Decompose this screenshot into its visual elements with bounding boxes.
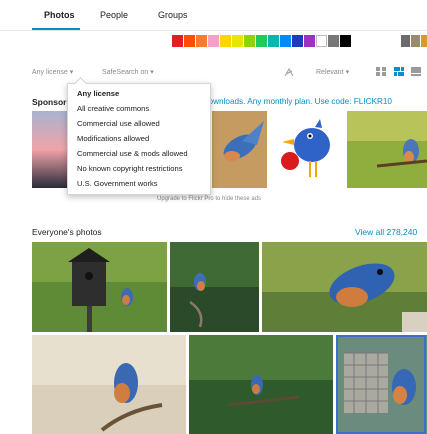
safesearch-filter[interactable]: SafeSearch on ▾ xyxy=(102,68,154,76)
ad-image-sunset[interactable] xyxy=(32,111,72,188)
share-icon[interactable] xyxy=(284,67,294,77)
license-option-any[interactable]: Any license xyxy=(77,89,119,98)
color-filter xyxy=(172,35,352,47)
license-option-us-gov[interactable]: U.S. Government works xyxy=(77,179,158,188)
photo-bluebird-closeup[interactable] xyxy=(262,242,427,332)
tab-photos[interactable]: Photos xyxy=(44,10,75,20)
photo-birdhouse[interactable] xyxy=(32,242,167,332)
color-swatch-1[interactable] xyxy=(184,35,195,47)
color-swatch-13[interactable] xyxy=(328,35,339,47)
tone-muted-swatch[interactable] xyxy=(411,35,420,47)
sort-filter[interactable]: Relevant ▾ xyxy=(316,68,349,76)
photo-bluebird-feeder[interactable] xyxy=(336,335,427,434)
photo-bluebird-perch-bright[interactable] xyxy=(32,335,186,434)
color-swatch-7[interactable] xyxy=(256,35,267,47)
color-swatch-0[interactable] xyxy=(172,35,183,47)
ad-image-bluebird-perched[interactable] xyxy=(347,111,427,188)
search-type-tabs: Photos People Groups xyxy=(0,0,427,31)
color-swatch-6[interactable] xyxy=(244,35,255,47)
photo-bluebird-branch[interactable] xyxy=(170,242,259,332)
color-swatch-2[interactable] xyxy=(196,35,207,47)
ad-image-bluebird-flying[interactable] xyxy=(212,111,267,188)
color-swatch-12[interactable] xyxy=(316,35,327,47)
color-swatch-5[interactable] xyxy=(232,35,243,47)
license-option-modifications[interactable]: Modifications allowed xyxy=(77,134,149,143)
justified-view-icon[interactable] xyxy=(394,67,404,76)
color-swatch-8[interactable] xyxy=(268,35,279,47)
tab-groups[interactable]: Groups xyxy=(158,10,188,20)
ad-image-cartoon-bird[interactable] xyxy=(270,111,343,188)
grid-icon[interactable] xyxy=(376,67,386,76)
list-view-icon[interactable] xyxy=(411,67,421,76)
tone-filter xyxy=(401,35,427,47)
color-swatch-9[interactable] xyxy=(280,35,291,47)
color-swatch-11[interactable] xyxy=(304,35,315,47)
license-dropdown-menu: Any license All creative commons Commerc… xyxy=(67,77,211,195)
upgrade-link[interactable]: Upgrade to Flickr Pro to hide these ads xyxy=(157,196,261,202)
license-option-commercial-mods[interactable]: Commercial use & mods allowed xyxy=(77,149,188,158)
license-filter[interactable]: Any license ▾ xyxy=(32,68,73,76)
color-swatch-3[interactable] xyxy=(208,35,219,47)
license-option-commercial[interactable]: Commercial use allowed xyxy=(77,119,160,128)
color-swatch-4[interactable] xyxy=(220,35,231,47)
license-option-all-cc[interactable]: All creative commons xyxy=(77,104,149,113)
active-tab-indicator xyxy=(32,28,80,30)
photo-bluebird-forest[interactable] xyxy=(189,335,333,434)
color-swatch-10[interactable] xyxy=(292,35,303,47)
color-swatch-14[interactable] xyxy=(340,35,351,47)
section-title: Everyone's photos xyxy=(32,227,102,237)
license-option-no-copyright[interactable]: No known copyright restrictions xyxy=(77,164,183,173)
tone-bw-swatch[interactable] xyxy=(401,35,410,47)
dropdown-caret xyxy=(74,77,87,90)
view-all-link[interactable]: View all 278,240 xyxy=(355,227,417,237)
tone-warm-swatch[interactable] xyxy=(421,35,427,47)
promo-text[interactable]: downloads. Any monthly plan. Use code: F… xyxy=(204,97,392,106)
tab-people[interactable]: People xyxy=(100,10,128,20)
